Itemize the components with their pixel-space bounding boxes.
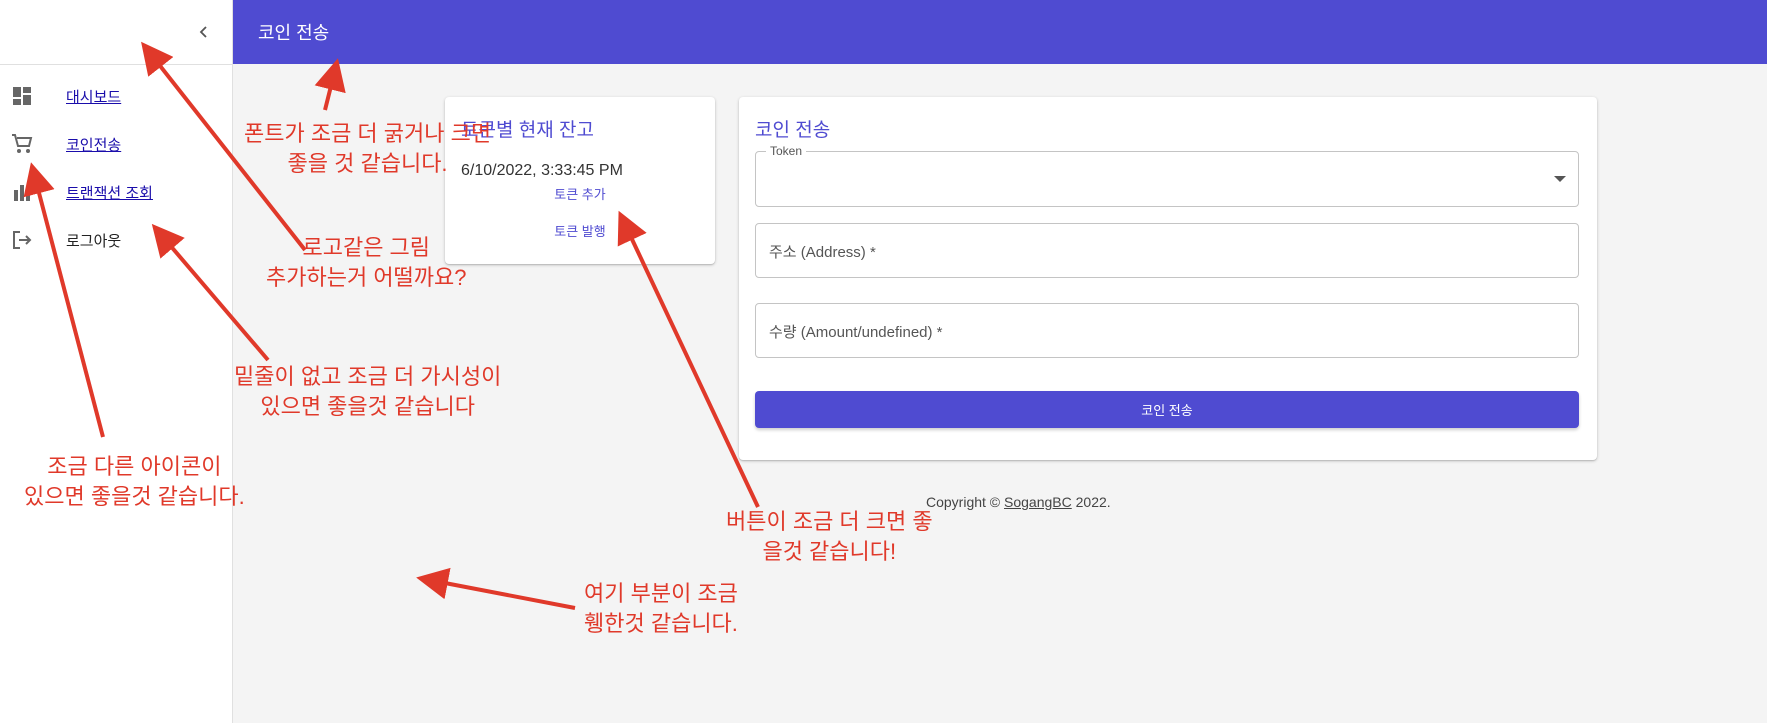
sidebar-item-dashboard[interactable]: 대시보드: [0, 72, 232, 120]
sidebar-header: [0, 0, 232, 65]
annotation-empty: 여기 부분이 조금 휑한것 같습니다.: [584, 581, 738, 636]
dashboard-icon: [11, 85, 33, 107]
annotation-font: 폰트가 조금 더 굵거나 크면 좋을 것 같습니다.: [244, 121, 492, 176]
sidebar-item-label[interactable]: 코인전송: [66, 134, 121, 155]
cart-icon: [11, 133, 33, 155]
copyright: Copyright © SogangBC 2022.: [926, 494, 1111, 510]
amount-field[interactable]: 수량 (Amount/undefined) *: [755, 303, 1579, 358]
token-select[interactable]: Token: [755, 144, 1579, 207]
annotation-button: 버튼이 조금 더 크면 좋 을것 같습니다!: [726, 509, 933, 564]
app-bar: 코인 전송: [233, 0, 1767, 64]
annotation-icon: 조금 다른 아이콘이 있으면 좋을것 같습니다.: [24, 454, 245, 509]
coin-transfer-submit-button[interactable]: 코인 전송: [755, 391, 1579, 428]
annotation-logo: 로고같은 그림 추가하는거 어떨까요?: [266, 235, 467, 290]
copyright-suffix: 2022.: [1071, 494, 1111, 510]
sidebar-item-logout[interactable]: 로그아웃: [0, 216, 232, 264]
token-label: Token: [766, 144, 807, 158]
dropdown-arrow-icon: [1554, 176, 1566, 182]
address-placeholder: 주소 (Address) *: [769, 244, 876, 261]
bar-chart-icon: [11, 181, 33, 203]
sidebar: 대시보드 코인전송 트랜잭션 조회 로그아웃: [0, 0, 233, 723]
sidebar-item-label[interactable]: 트랜잭션 조회: [66, 182, 153, 203]
amount-placeholder: 수량 (Amount/undefined) *: [769, 324, 943, 341]
transfer-card: 코인 전송 Token 주소 (Address) * 수량 (Amount/un…: [739, 97, 1597, 460]
address-field[interactable]: 주소 (Address) *: [755, 223, 1579, 278]
issue-token-button[interactable]: 토큰 발행: [445, 221, 715, 240]
arrow-to-title: [314, 58, 346, 111]
sogangbc-link[interactable]: SogangBC: [1004, 494, 1072, 510]
arrow-to-empty-area: [416, 567, 576, 610]
logout-icon: [11, 229, 33, 251]
collapse-sidebar-button[interactable]: [190, 18, 218, 46]
transfer-card-title: 코인 전송: [755, 120, 831, 141]
add-token-button[interactable]: 토큰 추가: [445, 184, 715, 203]
sidebar-item-transactions[interactable]: 트랜잭션 조회: [0, 168, 232, 216]
page-title: 코인 전송: [258, 23, 330, 43]
copyright-prefix: Copyright ©: [926, 494, 1005, 510]
sidebar-item-label[interactable]: 대시보드: [66, 86, 121, 107]
chevron-left-icon: [199, 26, 207, 38]
annotation-underline: 밑줄이 없고 조금 더 가시성이 있으면 좋을것 같습니다: [234, 364, 502, 419]
sidebar-item-label[interactable]: 로그아웃: [66, 230, 121, 251]
sidebar-item-coin-transfer[interactable]: 코인전송: [0, 120, 232, 168]
